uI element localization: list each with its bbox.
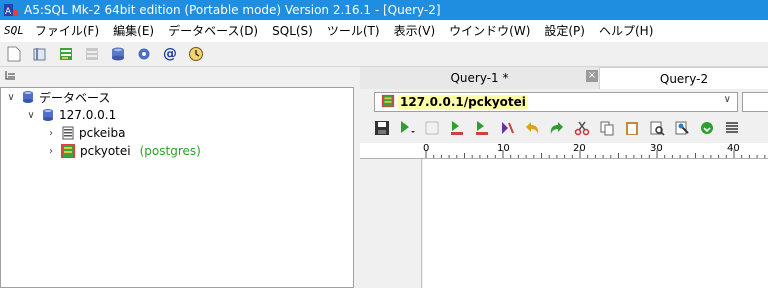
save-icon[interactable] <box>372 118 392 138</box>
window-title: A5:SQL Mk-2 64bit edition (Portable mode… <box>24 3 441 17</box>
database-icon <box>60 125 76 141</box>
close-icon[interactable]: × <box>586 70 598 82</box>
stop-icon[interactable] <box>422 118 442 138</box>
tree-collapse-icon[interactable] <box>4 69 18 86</box>
tree-node-database[interactable]: › pckeiba <box>45 124 125 142</box>
menu-window[interactable]: ウインドウ(W) <box>442 20 537 42</box>
tab-query-2[interactable]: Query-2 <box>600 67 768 89</box>
run-csv-icon[interactable] <box>472 118 492 138</box>
app-logo-icon: A <box>4 3 18 17</box>
database-active-icon <box>381 94 395 111</box>
connection-value: 127.0.0.1/pckyotei <box>398 95 528 109</box>
databases-icon <box>20 89 36 105</box>
paste-icon[interactable] <box>622 118 642 138</box>
main-toolbar: @ <box>0 42 768 66</box>
query-tabs: Query-1 * × Query-2 <box>360 67 768 89</box>
ruler-label: 40 <box>727 143 740 154</box>
table-editor-icon[interactable] <box>56 44 76 64</box>
tree-label: pckyotei <box>79 143 132 159</box>
tree-node-server[interactable]: ∨ 127.0.0.1 <box>25 106 116 124</box>
menu-help[interactable]: ヘルプ(H) <box>592 20 660 42</box>
ruler-label: 10 <box>497 143 510 154</box>
tree-node-database[interactable]: › pckyotei (postgres) <box>45 142 201 160</box>
tree-node-databases[interactable]: ∨ データベース <box>5 88 110 106</box>
connection-select[interactable]: 127.0.0.1/pckyotei ∨ <box>374 92 738 112</box>
open-icon[interactable] <box>30 44 50 64</box>
chevron-down-icon[interactable]: ∨ <box>25 109 37 121</box>
column-ruler: 0 10 20 30 40 <box>360 143 768 159</box>
database-active-icon <box>60 143 76 159</box>
clock-icon[interactable] <box>186 44 206 64</box>
redo-icon[interactable] <box>547 118 567 138</box>
menu-edit[interactable]: 編集(E) <box>106 20 161 42</box>
undo-icon[interactable] <box>522 118 542 138</box>
database-tree-panel: ∨ データベース ∨ 127.0.0.1 › pckeiba › pckyote… <box>0 87 354 288</box>
run-add-icon[interactable] <box>447 118 467 138</box>
tree-label: 127.0.0.1 <box>59 108 117 122</box>
title-bar: A A5:SQL Mk-2 64bit edition (Portable mo… <box>0 0 768 20</box>
line-number-gutter <box>360 159 422 288</box>
run-icon[interactable] <box>397 118 417 138</box>
at-icon[interactable]: @ <box>160 44 180 64</box>
explain-icon[interactable] <box>497 118 517 138</box>
replace-icon[interactable] <box>672 118 692 138</box>
copy-icon[interactable] <box>597 118 617 138</box>
tree-label: pckeiba <box>79 126 126 140</box>
menu-settings[interactable]: 設定(P) <box>537 20 592 42</box>
tab-label: Query-1 * <box>450 71 509 85</box>
tree-header <box>0 67 356 87</box>
find-icon[interactable] <box>647 118 667 138</box>
sql-editor[interactable] <box>423 159 768 288</box>
db-connect-icon[interactable] <box>108 44 128 64</box>
menu-tools[interactable]: ツール(T) <box>320 20 387 42</box>
ruler-label: 0 <box>423 143 430 154</box>
connection-bar: 127.0.0.1/pckyotei ∨ <box>360 89 768 113</box>
refresh-icon[interactable] <box>697 118 717 138</box>
tree-label: データベース <box>39 90 111 105</box>
svg-text:A: A <box>5 7 12 17</box>
settings-icon[interactable] <box>134 44 154 64</box>
ruler-ticks <box>425 150 766 158</box>
chevron-right-icon[interactable]: › <box>45 145 57 157</box>
ruler-label: 20 <box>573 143 586 154</box>
cut-icon[interactable] <box>572 118 592 138</box>
schema-select[interactable] <box>742 92 768 112</box>
server-icon <box>40 107 56 123</box>
chevron-down-icon[interactable]: ∨ <box>724 94 731 105</box>
new-file-icon[interactable] <box>4 44 24 64</box>
db-type-tag: (postgres) <box>139 144 201 158</box>
chevron-right-icon[interactable]: › <box>45 127 57 139</box>
menu-sql[interactable]: SQL(S) <box>265 20 320 42</box>
menu-database[interactable]: データベース(D) <box>161 20 265 42</box>
table-icon-disabled[interactable] <box>82 44 102 64</box>
ruler-label: 30 <box>650 143 663 154</box>
sql-mode-icon[interactable]: SQL <box>0 20 28 42</box>
menu-file[interactable]: ファイル(F) <box>28 20 106 42</box>
chevron-down-icon[interactable]: ∨ <box>5 91 17 103</box>
tab-label: Query-2 <box>659 71 709 86</box>
menu-view[interactable]: 表示(V) <box>387 20 443 42</box>
menu-bar: SQL ファイル(F) 編集(E) データベース(D) SQL(S) ツール(T… <box>0 20 768 42</box>
query-toolbar <box>360 115 768 141</box>
format-icon[interactable] <box>722 118 742 138</box>
tab-query-1[interactable]: Query-1 * <box>360 67 600 89</box>
